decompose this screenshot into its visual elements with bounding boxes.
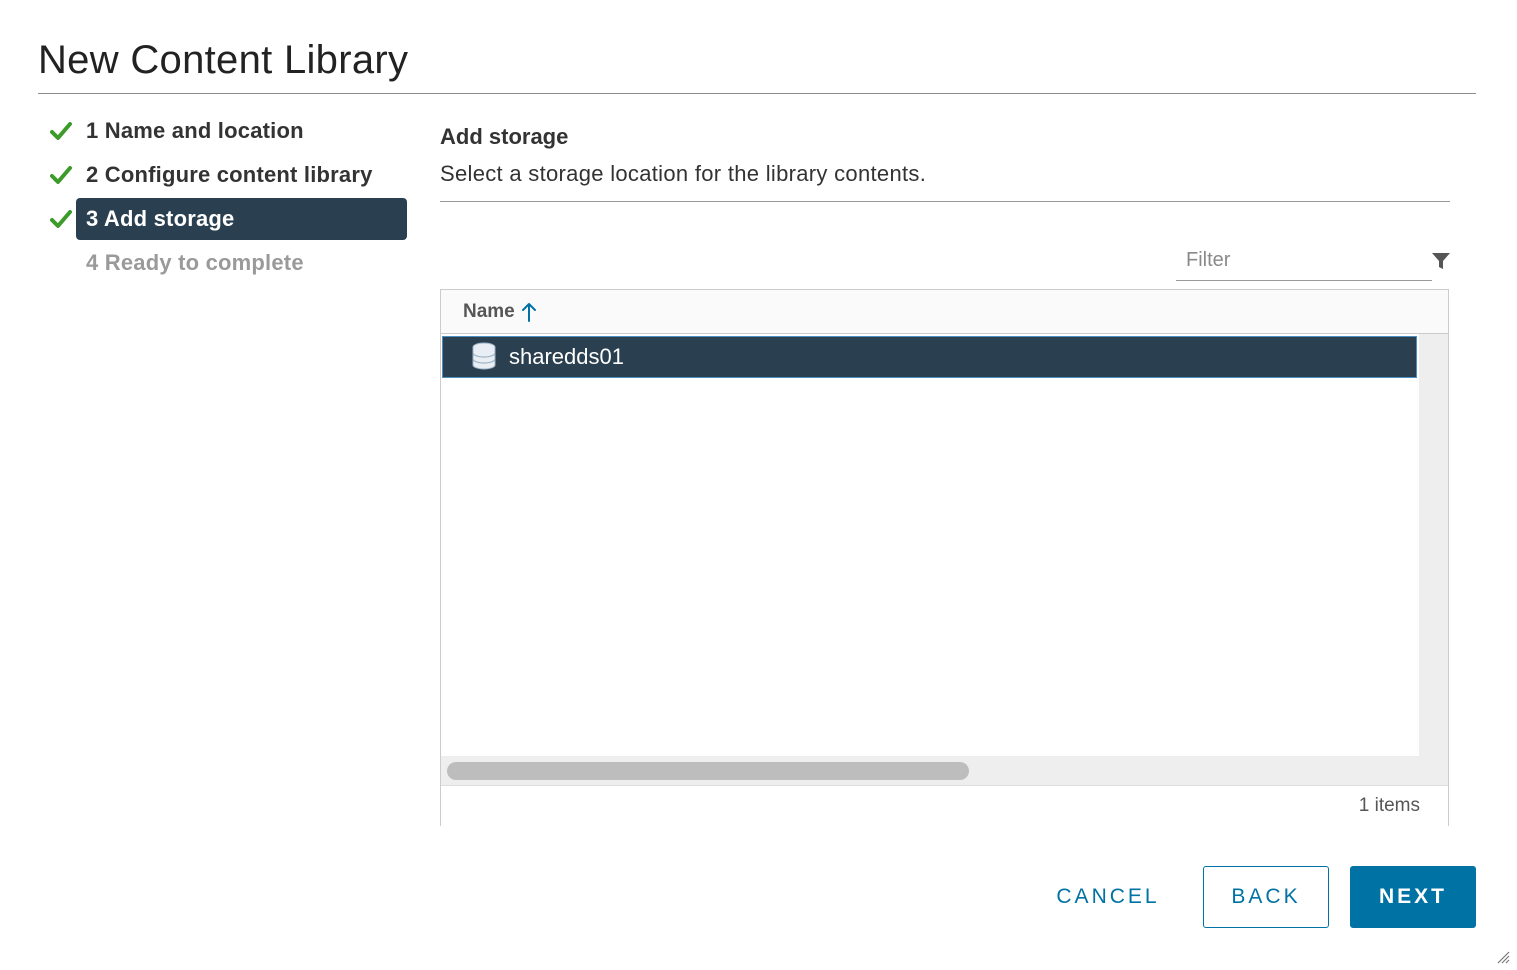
column-header-name[interactable]: Name	[463, 290, 537, 333]
step-label: 3 Add storage	[76, 198, 407, 240]
grid-body: sharedds01	[441, 334, 1448, 756]
section-title: Add storage	[440, 124, 569, 149]
horizontal-scrollbar-thumb[interactable]	[447, 762, 969, 780]
checkmark-icon	[50, 166, 72, 184]
wizard-steps: 1 Name and location 2 Configure content …	[40, 110, 410, 286]
dialog-title: New Content Library	[38, 38, 409, 82]
next-button[interactable]: NEXT	[1350, 866, 1476, 928]
title-divider	[38, 93, 1476, 94]
column-header-label: Name	[463, 300, 515, 322]
section-divider	[440, 201, 1450, 202]
step-label: 4 Ready to complete	[86, 250, 304, 275]
step-add-storage[interactable]: 3 Add storage	[40, 198, 410, 240]
storage-datagrid: Name sharedds01 1 items	[440, 289, 1449, 826]
filter-input[interactable]	[1176, 240, 1438, 280]
datastore-icon	[472, 342, 496, 370]
filter-field	[1176, 240, 1438, 281]
cancel-button[interactable]: CANCEL	[1040, 866, 1176, 928]
resize-grip-icon[interactable]	[1494, 948, 1510, 964]
table-row[interactable]: sharedds01	[442, 336, 1417, 378]
step-name-and-location[interactable]: 1 Name and location	[40, 110, 410, 152]
datastore-name: sharedds01	[509, 344, 624, 369]
step-ready-to-complete: 4 Ready to complete	[40, 242, 410, 284]
grid-footer: 1 items	[441, 785, 1448, 826]
step-configure-content-library[interactable]: 2 Configure content library	[40, 154, 410, 196]
step-label: 1 Name and location	[86, 118, 304, 143]
new-content-library-dialog: New Content Library 1 Name and location …	[0, 0, 1517, 970]
filter-icon[interactable]	[1430, 250, 1452, 272]
checkmark-icon	[50, 210, 72, 228]
horizontal-scrollbar[interactable]	[441, 756, 1448, 785]
back-button[interactable]: BACK	[1203, 866, 1329, 928]
section-description: Select a storage location for the librar…	[440, 161, 927, 186]
grid-header: Name	[441, 290, 1448, 334]
vertical-scrollbar[interactable]	[1419, 334, 1448, 756]
checkmark-icon	[50, 122, 72, 140]
step-label: 2 Configure content library	[86, 162, 373, 187]
item-count: 1 items	[1358, 795, 1420, 816]
sort-ascending-icon	[521, 302, 536, 322]
